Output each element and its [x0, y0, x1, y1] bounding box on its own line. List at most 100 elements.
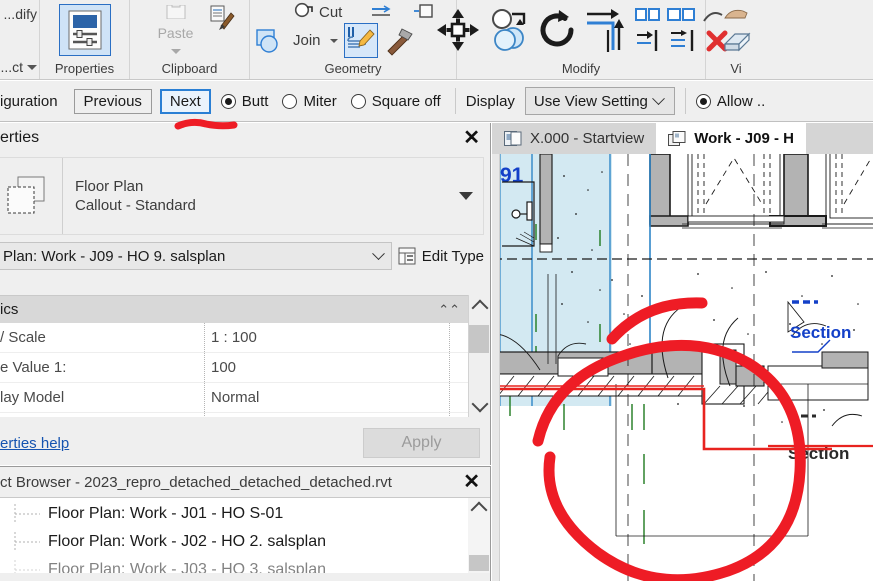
property-grid: ics ⌃⌃ / Scale 1 : 100 e Value 1: 100 la… [0, 295, 468, 417]
plan-view[interactable]: 91 [492, 154, 873, 581]
mirror-axis-icon[interactable] [635, 7, 661, 27]
view-panel: Vi [706, 0, 766, 79]
allow-option[interactable]: Allow .. [696, 93, 765, 110]
clipboard-panel-title: Clipboard [130, 59, 249, 79]
edit-profile-button[interactable] [344, 23, 378, 58]
chevron-down-icon[interactable] [171, 49, 181, 54]
family-label: Floor Plan [75, 178, 449, 195]
apply-button[interactable]: Apply [363, 428, 480, 458]
copy-icon[interactable] [487, 6, 531, 54]
edit-profile-icon [346, 25, 376, 53]
move-icon[interactable] [433, 5, 483, 55]
table-row[interactable]: e Value 1: 100 [0, 353, 468, 383]
property-grid-scrollbar[interactable] [468, 295, 490, 417]
instance-selector-value: Plan: Work - J09 - HO 9. salsplan [3, 248, 225, 265]
properties-footer: erties help Apply [0, 425, 490, 461]
modify-panel: Modify [457, 0, 706, 79]
geometry-panel-title: Geometry [250, 59, 456, 79]
match-type-icon[interactable] [209, 4, 235, 30]
room-tag: 91 [500, 164, 524, 187]
modify-panel-title: Modify [457, 59, 705, 79]
join-option-square-off[interactable]: Square off [351, 93, 441, 110]
view-3d-box-icon[interactable] [719, 28, 753, 54]
mirror-pick-icon[interactable] [667, 7, 695, 27]
join-button[interactable]: Join [254, 26, 338, 56]
type-thumbnail [0, 158, 63, 234]
scroll-down-icon[interactable] [471, 396, 488, 413]
join-option-butt[interactable]: Butt [221, 93, 269, 110]
tree-connector-icon [0, 532, 48, 552]
chevron-down-icon [459, 192, 473, 200]
scrollbar-thumb[interactable] [469, 325, 489, 353]
row-tail [450, 413, 468, 417]
tree-connector-icon [0, 560, 48, 573]
chevron-down-icon[interactable] [330, 39, 338, 43]
properties-icon[interactable] [59, 4, 111, 56]
list-item-label: Floor Plan: Work - J01 - HO S-01 [48, 505, 283, 523]
join-option-square-off-label: Square off [372, 93, 441, 110]
modify-label: ...dify [4, 6, 37, 22]
property-value[interactable]: 100 [205, 353, 450, 382]
scrollbar-thumb[interactable] [469, 555, 489, 571]
collapse-icon[interactable]: ⌃⌃ [438, 302, 460, 318]
section-label-1: Section [790, 323, 851, 342]
cut-icon[interactable] [294, 2, 314, 22]
align-multiple-icon[interactable] [669, 29, 699, 53]
scroll-up-icon[interactable] [471, 502, 488, 519]
previous-button[interactable]: Previous [74, 89, 152, 114]
edit-type-label: Edit Type [422, 248, 484, 265]
divider [685, 88, 686, 114]
align-icon[interactable] [370, 4, 392, 22]
tab-startview[interactable]: X.000 - Startview [492, 123, 656, 154]
next-button[interactable]: Next [160, 89, 211, 114]
table-row[interactable]: / Scale 1 : 100 [0, 323, 468, 353]
type-dropdown-arrow[interactable] [449, 158, 483, 234]
join-label: Join [293, 32, 321, 49]
rotate-icon[interactable] [535, 6, 579, 54]
table-row[interactable]: il Level Fine [0, 413, 468, 417]
radio-allow-icon [696, 94, 711, 109]
view-left-scrollbar[interactable] [492, 154, 500, 581]
type-selector[interactable]: Floor Plan Callout - Standard [0, 157, 484, 235]
list-item[interactable]: Floor Plan: Work - J03 - HO 3. salsplan [0, 556, 490, 573]
property-value[interactable]: Normal [205, 383, 450, 412]
close-icon[interactable]: ✕ [463, 472, 480, 492]
scroll-up-icon[interactable] [471, 300, 488, 317]
property-key: e Value 1: [0, 353, 205, 382]
project-browser-scrollbar[interactable] [468, 498, 490, 573]
display-setting-dropdown[interactable]: Use View Setting [525, 87, 675, 115]
property-value[interactable]: 1 : 100 [205, 323, 450, 352]
cut-label: Cut [319, 4, 342, 21]
drawing-area[interactable]: 91 [492, 123, 873, 581]
options-bar: iguration Previous Next Butt Miter Squar… [0, 81, 873, 122]
callout-icon [4, 173, 50, 219]
close-icon[interactable]: ✕ [463, 128, 480, 148]
tab-work-j09[interactable]: Work - J09 - H [656, 123, 806, 154]
join-icon [254, 26, 288, 56]
offset-icon[interactable] [583, 4, 631, 56]
properties-help-link[interactable]: erties help [0, 435, 69, 452]
column-concrete [784, 154, 808, 222]
chevron-down-icon[interactable] [27, 65, 37, 70]
list-item-label: Floor Plan: Work - J03 - HO 3. salsplan [48, 561, 326, 573]
property-value[interactable]: Fine [205, 413, 450, 417]
edit-type-button[interactable]: Edit Type [398, 247, 484, 265]
property-group-label: ics [0, 301, 18, 318]
project-browser-title: ct Browser - 2023_repro_detached_detache… [0, 474, 392, 491]
property-group-header[interactable]: ics ⌃⌃ [0, 296, 468, 323]
ribbon: ...dify ...ct Properties [0, 0, 873, 80]
array-icon[interactable] [635, 29, 663, 53]
join-option-miter[interactable]: Miter [282, 93, 336, 110]
paste-button[interactable]: Paste [145, 5, 207, 54]
allow-option-label: Allow .. [717, 93, 765, 110]
list-item[interactable]: Floor Plan: Work - J01 - HO S-01 [0, 500, 490, 528]
instance-row: Plan: Work - J09 - HO 9. salsplan Edit T… [0, 241, 490, 271]
demolish-hammer-icon[interactable] [384, 26, 416, 56]
list-item[interactable]: Floor Plan: Work - J02 - HO 2. salsplan [0, 528, 490, 556]
view-tab-bar: X.000 - Startview Work - J09 - H [492, 123, 873, 154]
wall-concrete-2 [650, 154, 670, 224]
properties-palette-title: erties [0, 129, 39, 147]
table-row[interactable]: lay Model Normal [0, 383, 468, 413]
view-hand-icon[interactable] [721, 6, 751, 24]
instance-selector[interactable]: Plan: Work - J09 - HO 9. salsplan [0, 242, 392, 270]
